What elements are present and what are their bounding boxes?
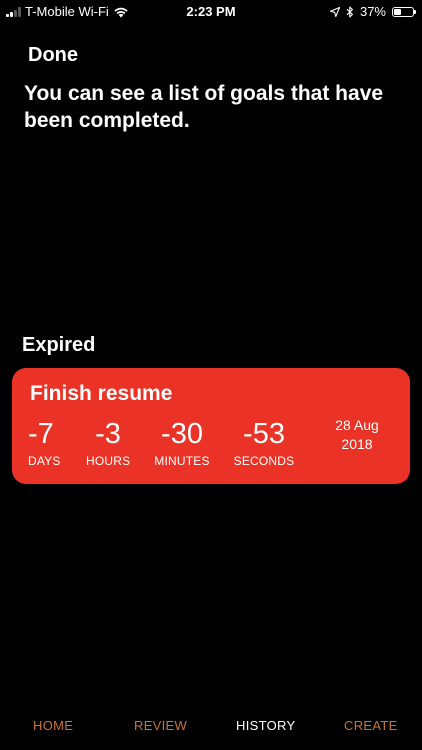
goal-date-year: 2018	[341, 436, 373, 452]
tab-review[interactable]: REVIEW	[134, 718, 187, 733]
goal-date: 28 Aug 2018	[322, 416, 392, 454]
minutes-value: -30	[161, 418, 203, 450]
battery-icon	[392, 6, 416, 17]
expired-section-title: Expired	[22, 334, 96, 356]
minutes-label: MINUTES	[154, 454, 210, 468]
tab-home[interactable]: HOME	[33, 718, 73, 733]
tab-history[interactable]: HISTORY	[236, 718, 295, 733]
days-counter: -7 DAYS	[28, 418, 64, 468]
seconds-value: -53	[243, 418, 285, 450]
seconds-label: SECONDS	[233, 454, 295, 468]
minutes-counter: -30 MINUTES	[152, 418, 212, 468]
bluetooth-icon	[346, 5, 353, 18]
status-right: 37%	[329, 4, 416, 19]
done-section-title: Done	[28, 44, 78, 66]
days-value: -7	[28, 418, 54, 450]
seconds-counter: -53 SECONDS	[232, 418, 296, 468]
location-arrow-icon	[329, 6, 340, 17]
battery-percent: 37%	[359, 4, 386, 19]
hours-counter: -3 HOURS	[86, 418, 130, 468]
status-bar: T-Mobile Wi-Fi 2:23 PM 37%	[0, 0, 422, 22]
expired-goal-card[interactable]: Finish resume -7 DAYS -3 HOURS -30 MINUT…	[12, 368, 410, 484]
days-label: DAYS	[28, 454, 61, 468]
done-empty-description: You can see a list of goals that have be…	[24, 82, 384, 132]
hours-label: HOURS	[86, 454, 131, 468]
tab-create[interactable]: CREATE	[344, 718, 398, 733]
hours-value: -3	[95, 418, 121, 450]
goal-date-day-month: 28 Aug	[335, 417, 379, 433]
tab-bar: HOME REVIEW HISTORY CREATE	[0, 700, 422, 750]
battery-fill	[394, 8, 401, 15]
goal-title: Finish resume	[30, 382, 173, 405]
